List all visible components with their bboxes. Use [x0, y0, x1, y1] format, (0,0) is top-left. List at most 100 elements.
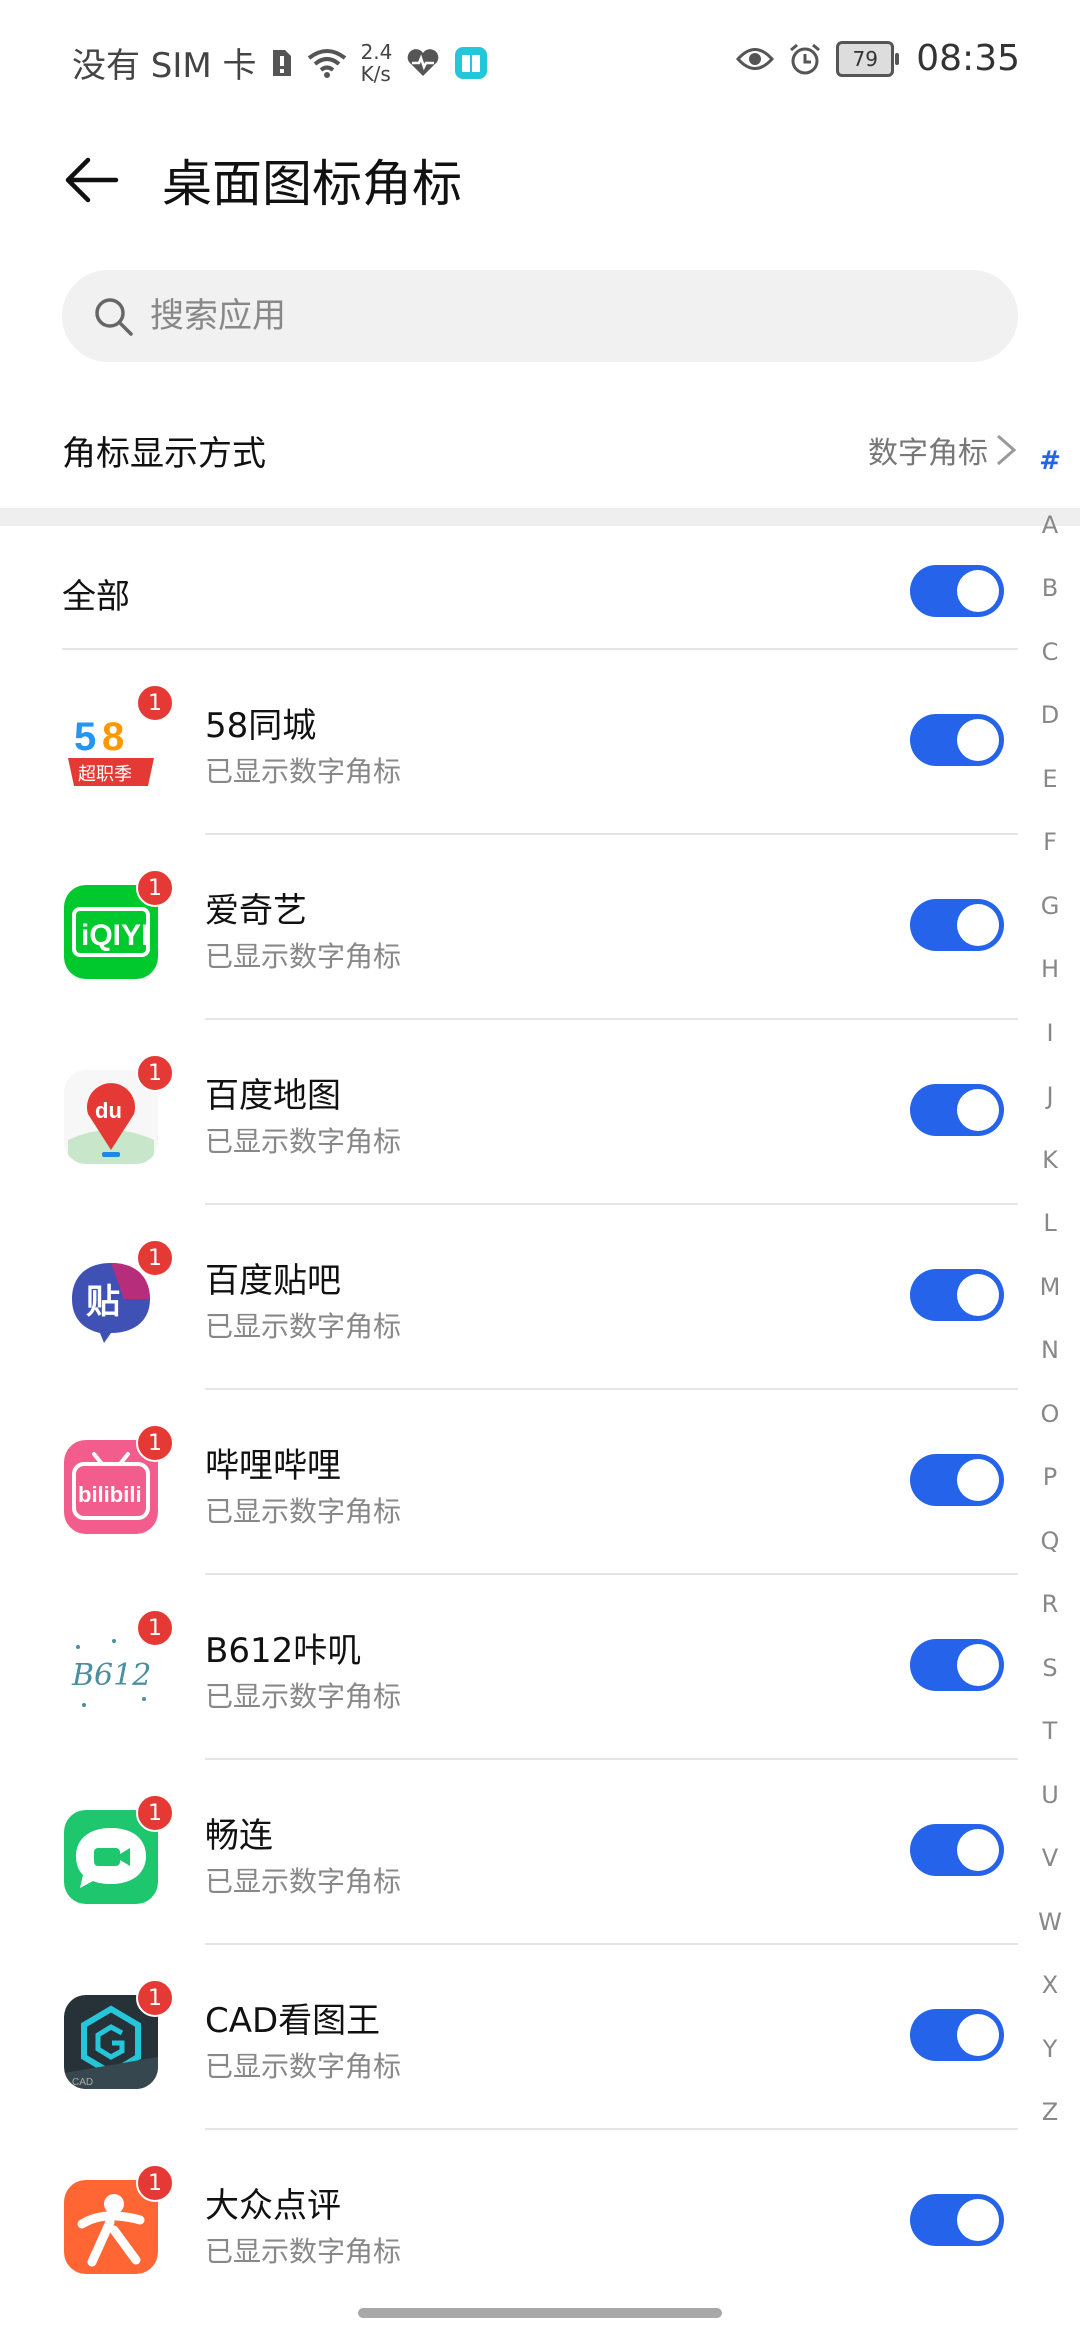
list-item[interactable]: du 1 百度地图 已显示数字角标 [0, 1020, 1080, 1205]
search-input[interactable] [148, 295, 952, 337]
index-letter[interactable]: L [1043, 1192, 1056, 1256]
notification-badge: 1 [136, 869, 174, 907]
alphabet-index[interactable]: # A B C D E F G H I J K L M N O P Q R S T U V W X Y Z [1020, 430, 1080, 2130]
status-bar: 没有 SIM 卡 2.4 K/s 79 08:35 [0, 0, 1080, 120]
sim-alert-icon [272, 49, 291, 76]
app-name: 爱奇艺 [205, 891, 307, 931]
index-letter[interactable]: T [1043, 1700, 1058, 1764]
index-letter[interactable]: # [1039, 430, 1061, 494]
index-letter[interactable]: C [1042, 621, 1059, 685]
all-toggle-row: 全部 [62, 545, 1018, 645]
all-label: 全部 [62, 577, 130, 617]
index-letter[interactable]: Z [1042, 2081, 1058, 2145]
svg-text:超职季: 超职季 [78, 764, 132, 785]
index-letter[interactable]: Q [1041, 1510, 1060, 1574]
badge-mode-row[interactable]: 角标显示方式 数字角标 [62, 410, 1018, 490]
index-letter[interactable]: W [1038, 1891, 1062, 1955]
index-letter[interactable]: Y [1043, 2018, 1058, 2082]
index-letter[interactable]: S [1042, 1637, 1057, 1701]
app-name: 百度地图 [205, 1076, 341, 1116]
index-letter[interactable]: X [1042, 1954, 1058, 2018]
index-letter[interactable]: E [1042, 748, 1057, 812]
app-status: 已显示数字角标 [205, 940, 402, 973]
badge-mode-value: 数字角标 [868, 436, 988, 471]
list-item[interactable]: CAD 1 CAD看图王 已显示数字角标 [0, 1945, 1080, 2130]
app-name: CAD看图王 [205, 2001, 381, 2041]
list-item[interactable]: 1 畅连 已显示数字角标 [0, 1760, 1080, 1945]
app-badge-toggle[interactable] [910, 2194, 1004, 2246]
notification-badge: 1 [136, 684, 174, 722]
app-badge-toggle[interactable] [910, 1084, 1004, 1136]
notification-badge: 1 [136, 1424, 174, 1462]
svg-text:贴: 贴 [86, 1282, 120, 1322]
svg-text:8: 8 [102, 715, 124, 759]
index-letter[interactable]: F [1043, 811, 1057, 875]
reader-app-icon [455, 46, 488, 79]
index-letter[interactable]: D [1041, 684, 1059, 748]
list-item[interactable]: 1 大众点评 已显示数字角标 [0, 2130, 1080, 2315]
index-letter[interactable]: B [1042, 557, 1058, 621]
section-separator [0, 508, 1080, 526]
alarm-icon [790, 43, 821, 74]
app-status: 已显示数字角标 [205, 1310, 402, 1343]
svg-text:5: 5 [74, 715, 96, 759]
home-indicator[interactable] [358, 2308, 722, 2318]
app-name: 百度贴吧 [205, 1261, 341, 1301]
svg-text:iQIYI: iQIYI [81, 919, 149, 952]
index-letter[interactable]: K [1042, 1129, 1058, 1193]
app-name: 畅连 [205, 1816, 273, 1856]
index-letter[interactable]: P [1043, 1446, 1057, 1510]
app-badge-toggle[interactable] [910, 899, 1004, 951]
index-letter[interactable]: R [1042, 1573, 1059, 1637]
index-letter[interactable]: O [1041, 1383, 1060, 1447]
index-letter[interactable]: G [1041, 875, 1060, 939]
app-badge-toggle[interactable] [910, 714, 1004, 766]
search-icon [95, 298, 133, 336]
search-bar[interactable] [62, 270, 1018, 362]
app-name: 哔哩哔哩 [205, 1446, 341, 1486]
app-status: 已显示数字角标 [205, 1865, 402, 1898]
notification-badge: 1 [136, 1979, 174, 2017]
svg-text:B612: B612 [71, 1658, 151, 1693]
index-letter[interactable]: H [1041, 938, 1059, 1002]
badge-mode-label: 角标显示方式 [62, 434, 266, 474]
carrier-text: 没有 SIM 卡 [72, 46, 257, 86]
index-letter[interactable]: J [1046, 1065, 1053, 1129]
chevron-right-icon [997, 434, 1017, 466]
svg-text:bilibili: bilibili [78, 1482, 142, 1507]
back-arrow-icon[interactable] [62, 150, 122, 210]
battery-indicator: 79 [836, 40, 900, 77]
list-item[interactable]: 贴 1 百度贴吧 已显示数字角标 [0, 1205, 1080, 1390]
index-letter[interactable]: N [1041, 1319, 1059, 1383]
health-icon [408, 48, 439, 76]
all-toggle[interactable] [910, 565, 1004, 617]
app-name: 58同城 [205, 706, 317, 746]
notification-badge: 1 [136, 2164, 174, 2202]
list-item[interactable]: iQIYI 1 爱奇艺 已显示数字角标 [0, 835, 1080, 1020]
page-header: 桌面图标角标 [0, 120, 1080, 250]
app-name: 大众点评 [205, 2186, 341, 2226]
app-status: 已显示数字角标 [205, 2235, 402, 2268]
app-status: 已显示数字角标 [205, 1680, 402, 1713]
notification-badge: 1 [136, 1609, 174, 1647]
list-item[interactable]: bilibili 1 哔哩哔哩 已显示数字角标 [0, 1390, 1080, 1575]
notification-badge: 1 [136, 1794, 174, 1832]
index-letter[interactable]: V [1042, 1827, 1058, 1891]
wifi-icon [307, 48, 346, 78]
index-letter[interactable]: I [1046, 1002, 1053, 1066]
index-letter[interactable]: U [1041, 1764, 1059, 1828]
app-badge-toggle[interactable] [910, 1639, 1004, 1691]
network-speed: 2.4 K/s [360, 39, 393, 86]
app-list: 5 8 超职季 1 58同城 已显示数字角标 iQIYI 1 爱奇艺 已显示数字… [0, 650, 1080, 2315]
index-letter[interactable]: A [1042, 494, 1058, 558]
index-letter[interactable]: M [1040, 1256, 1061, 1320]
list-item[interactable]: 5 8 超职季 1 58同城 已显示数字角标 [0, 650, 1080, 835]
notification-badge: 1 [136, 1054, 174, 1092]
app-status: 已显示数字角标 [205, 755, 402, 788]
app-badge-toggle[interactable] [910, 2009, 1004, 2061]
app-badge-toggle[interactable] [910, 1454, 1004, 1506]
app-status: 已显示数字角标 [205, 2050, 402, 2083]
list-item[interactable]: B612 1 B612咔叽 已显示数字角标 [0, 1575, 1080, 1760]
app-badge-toggle[interactable] [910, 1269, 1004, 1321]
app-badge-toggle[interactable] [910, 1824, 1004, 1876]
